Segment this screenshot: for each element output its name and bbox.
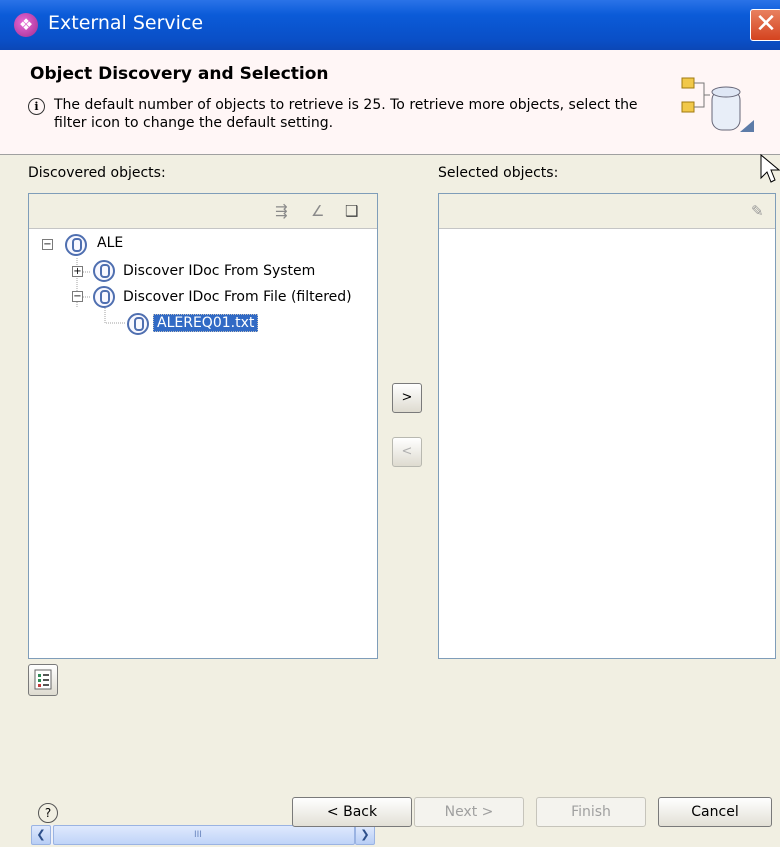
wizard-header: Object Discovery and Selection i The def… [0,50,780,155]
tree-item-ale[interactable]: ALE [97,232,123,254]
discovered-objects-label: Discovered objects: [28,165,166,181]
expand-toggle-discover-file[interactable]: − [72,291,83,302]
tree-item-discover-idoc-system[interactable]: Discover IDoc From System [123,260,315,282]
cancel-button[interactable]: Cancel [658,797,772,827]
app-icon: ❖ [14,13,38,37]
selected-objects-list[interactable]: ✎ [438,193,776,659]
window-title: External Service [48,12,204,34]
discover-file-icon [93,286,115,308]
edit-icon[interactable]: ∠ [311,202,324,220]
horizontal-scrollbar[interactable]: ❮ III ❯ [31,825,375,845]
page-message: The default number of objects to retriev… [54,97,638,131]
add-selected-button[interactable]: > [392,383,422,413]
scroll-left-arrow-icon[interactable]: ❮ [31,825,51,845]
properties-button[interactable] [28,664,58,696]
scroll-thumb[interactable]: III [53,825,355,845]
info-icon: i [28,98,45,115]
finish-button[interactable]: Finish [536,797,646,827]
discover-system-icon [93,260,115,282]
next-button[interactable]: Next > [414,797,524,827]
banner-icon [681,77,754,132]
properties-icon [34,669,52,690]
page-title: Object Discovery and Selection [30,64,329,84]
back-button[interactable]: < Back [292,797,412,827]
expand-toggle-ale[interactable]: − [42,239,53,250]
selected-objects-label: Selected objects: [438,165,559,181]
close-button[interactable]: ✕ [750,9,780,41]
dialog-window: ❖ External Service ✕ Object Discovery an… [0,0,780,847]
mouse-cursor-icon [760,154,780,183]
tree-item-alereq01[interactable]: ALEREQ01.txt [153,312,259,334]
tree-item-discover-idoc-file[interactable]: Discover IDoc From File (filtered) [123,286,352,308]
filter-icon[interactable]: ⇶ [275,202,288,220]
edit-selected-icon[interactable]: ✎ [751,202,764,220]
selected-item-label: ALEREQ01.txt [153,314,259,332]
help-icon[interactable]: ? [38,803,58,823]
scroll-right-arrow-icon[interactable]: ❯ [355,825,375,845]
ale-node-icon [65,234,87,256]
book-icon[interactable]: ❑ [345,202,358,220]
remove-selected-button[interactable]: < [392,437,422,467]
selected-toolbar: ✎ [439,194,775,229]
alereq-file-icon [127,313,149,335]
discovered-objects-tree[interactable]: ⇶ ∠ ❑ − ALE + Discover IDoc From System … [28,193,378,845]
title-bar: ❖ External Service ✕ [0,0,780,50]
scroll-grip: III [194,830,202,840]
expand-toggle-discover-system[interactable]: + [72,266,83,277]
